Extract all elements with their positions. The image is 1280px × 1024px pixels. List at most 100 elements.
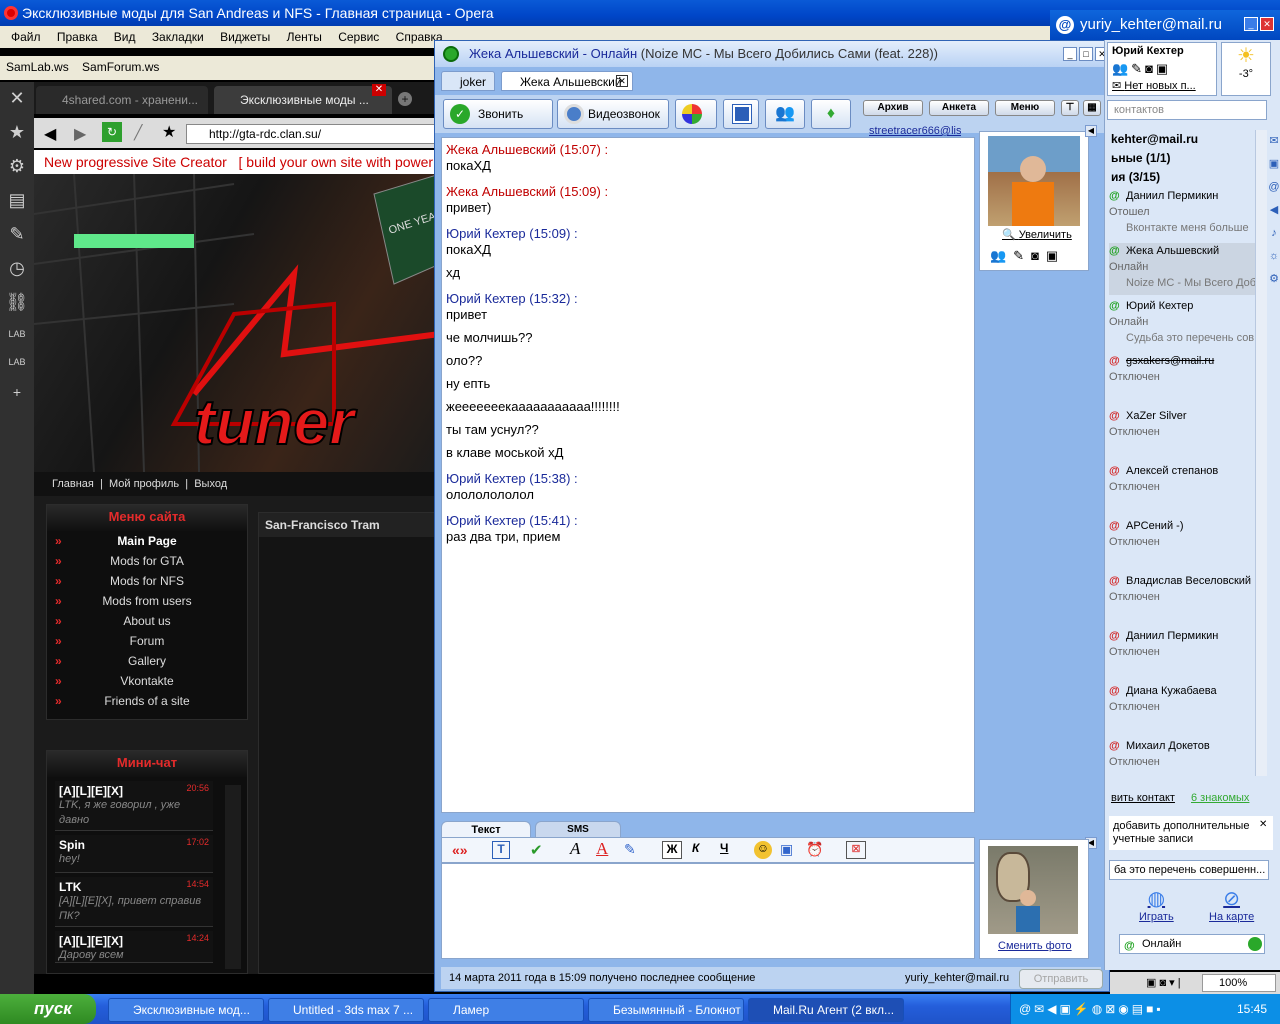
contact-item[interactable]: XaZer Silver Отключен	[1109, 408, 1255, 460]
pin-icon[interactable]: ⊤	[1061, 100, 1079, 116]
samlab-icon[interactable]: LAB	[5, 322, 29, 346]
archive-button[interactable]: Архив	[863, 100, 923, 116]
gift-button[interactable]: ♦	[811, 99, 851, 129]
agent-user-name[interactable]: Юрий Кехтер	[1112, 45, 1184, 57]
contact-search-input[interactable]: контактов	[1107, 100, 1267, 120]
agent-tool-icons[interactable]: 👥✎◙▣	[1112, 61, 1171, 77]
alarm-clock-icon[interactable]: ⏰	[806, 841, 823, 858]
contact-item[interactable]: Диана Кужабаева Отключен	[1109, 683, 1255, 735]
feed-icon[interactable]: ✎	[5, 222, 29, 246]
add-contact-link[interactable]: вить контакт	[1111, 792, 1175, 804]
translit-icon[interactable]: T	[492, 841, 510, 859]
bookmark-samlab[interactable]: SamLab.ws	[6, 60, 69, 74]
url-field[interactable]: http://gta-rdc.clan.su/	[186, 124, 436, 144]
group-general[interactable]: ия (3/15)	[1111, 170, 1160, 184]
layout-icon[interactable]: ▦	[1083, 100, 1101, 116]
presence-selector[interactable]: @ Онлайн	[1119, 934, 1265, 954]
promo-box[interactable]: добавить дополнительные учетные записи ✕	[1109, 816, 1273, 850]
spellcheck-icon[interactable]: ✔	[530, 841, 543, 859]
menu-forum[interactable]: Forum	[47, 631, 247, 651]
menu-friends[interactable]: Friends of a site	[47, 691, 247, 711]
no-new-mail-link[interactable]: ✉ Нет новых п...	[1112, 79, 1196, 92]
font-icon[interactable]: A	[570, 839, 580, 859]
font-color-icon[interactable]: A	[596, 839, 608, 859]
taskbar-item-opera[interactable]: Эксклюзивные мод...	[108, 998, 264, 1022]
minimize-icon[interactable]: _	[1244, 17, 1258, 31]
menu-bookmarks[interactable]: Закладки	[141, 26, 204, 44]
notes-icon[interactable]: ▤	[5, 188, 29, 212]
save-button[interactable]	[723, 99, 759, 129]
contact-item[interactable]: Даниил Пермикин Отключен	[1109, 628, 1255, 680]
acquaintances-link[interactable]: 6 знакомых	[1191, 792, 1249, 804]
contact-list-scrollbar[interactable]	[1255, 130, 1267, 776]
menu-mods-nfs[interactable]: Mods for NFS	[47, 571, 247, 591]
forward-arrow-icon[interactable]: ▶	[74, 124, 86, 144]
menu-feeds[interactable]: Ленты	[276, 26, 322, 44]
taskbar-item-folder[interactable]: Ламер	[428, 998, 584, 1022]
message-input[interactable]	[441, 863, 975, 959]
menu-mods-users[interactable]: Mods from users	[47, 591, 247, 611]
close-promo-icon[interactable]: ✕	[1259, 818, 1267, 831]
close-tab-icon[interactable]: ✕	[616, 75, 628, 87]
highlight-icon[interactable]: ✎	[624, 841, 636, 858]
contact-item[interactable]: Юрий Кехтер Онлайн Судьба это перечень сов	[1109, 298, 1255, 350]
collapse-icon[interactable]: ◀	[1085, 125, 1097, 137]
links-icon[interactable]: ⛓	[5, 290, 29, 314]
minimize-icon[interactable]: _	[1063, 47, 1077, 61]
map-button[interactable]: ⊘ На карте	[1209, 886, 1254, 923]
ad-banner[interactable]: New progressive Site Creator [ build you…	[34, 150, 440, 174]
history-clock-icon[interactable]: ◷	[5, 256, 29, 280]
taskbar-item-mailru[interactable]: Mail.Ru Агент (2 вкл...	[748, 998, 904, 1022]
start-button[interactable]: пуск	[0, 994, 96, 1024]
back-arrow-icon[interactable]: ◀	[44, 124, 56, 144]
contacts-button[interactable]: 👥	[765, 99, 805, 129]
smiley-icon[interactable]: ☺	[754, 841, 772, 859]
contact-item[interactable]: Жека Альшевский Онлайн Noize MC - Мы Всего…	[1109, 243, 1259, 295]
close-tab-icon[interactable]: ✕	[372, 84, 386, 96]
add-panel-icon[interactable]: +	[5, 380, 29, 404]
close-icon[interactable]: ✕	[1260, 17, 1274, 31]
contact-item[interactable]: Даниил Пермикин Отошел Вконтакте меня боль…	[1109, 188, 1255, 240]
menu-main-page[interactable]: Main Page	[47, 531, 247, 551]
contact-item[interactable]: Алексей степанов Отключен	[1109, 463, 1255, 515]
settings-gear-icon[interactable]: ⚙	[5, 154, 29, 178]
tab-4shared[interactable]: 4shared.com - хранени...	[36, 86, 208, 114]
menu-gallery[interactable]: Gallery	[47, 651, 247, 671]
group-favorites[interactable]: ьные (1/1)	[1111, 151, 1171, 165]
menu-vkontakte[interactable]: Vkontakte	[47, 671, 247, 691]
menu-mods-gta[interactable]: Mods for GTA	[47, 551, 247, 571]
samlab-icon-2[interactable]: LAB	[5, 350, 29, 374]
contact-item[interactable]: APCений -) Отключен	[1109, 518, 1255, 570]
tab-current[interactable]: Эксклюзивные моды ...	[214, 86, 392, 114]
profile-button[interactable]: Анкета	[929, 100, 989, 116]
bookmark-star-icon[interactable]: ★	[162, 122, 176, 142]
zoom-selector[interactable]: 100%	[1202, 974, 1276, 992]
nav-home[interactable]: Главная	[52, 478, 94, 490]
menu-tools[interactable]: Сервис	[327, 26, 379, 44]
contact-item[interactable]: Михаил Докетов Отключен	[1109, 738, 1255, 790]
call-button[interactable]: ✓ Звонить	[443, 99, 553, 129]
change-photo-link[interactable]: Сменить фото	[998, 940, 1072, 952]
bold-button[interactable]: Ж	[662, 841, 682, 859]
side-tool-icons[interactable]: ✉ ▣ @ ◀ ♪ ☼ ⚙	[1267, 130, 1280, 290]
block-icon[interactable]: ⊠	[846, 841, 866, 859]
reload-icon[interactable]: ↻	[102, 122, 122, 142]
mini-chat-scrollbar[interactable]	[225, 785, 241, 969]
animation-icon[interactable]: ▣	[780, 841, 793, 858]
quote-button[interactable]: «»	[452, 842, 468, 858]
my-avatar[interactable]	[988, 846, 1078, 934]
contact-item[interactable]: gsxakers@mail.ru Отключен	[1109, 353, 1255, 405]
menu-button[interactable]: Меню	[995, 100, 1055, 116]
status-icons[interactable]: ▣ ◙ ▾ |	[1146, 972, 1181, 994]
maximize-icon[interactable]: □	[1079, 47, 1093, 61]
tools-icon[interactable]: ✕	[5, 86, 29, 110]
nav-logout[interactable]: Выход	[194, 478, 227, 490]
nav-profile[interactable]: Мой профиль	[109, 478, 179, 490]
tray-icons[interactable]: @✉◀▣⚡◍⊠◉▤■▪	[1019, 994, 1164, 1024]
wand-icon[interactable]: ╱	[134, 124, 142, 141]
bookmark-samforum[interactable]: SamForum.ws	[82, 60, 159, 74]
bookmarks-star-icon[interactable]: ★	[5, 120, 29, 144]
contact-action-icons[interactable]: 👥✎◙▣	[990, 248, 1065, 264]
status-text-input[interactable]: ба это перечень совершенн...	[1109, 860, 1269, 880]
taskbar-item-notepad[interactable]: Безымянный - Блокнот	[588, 998, 744, 1022]
